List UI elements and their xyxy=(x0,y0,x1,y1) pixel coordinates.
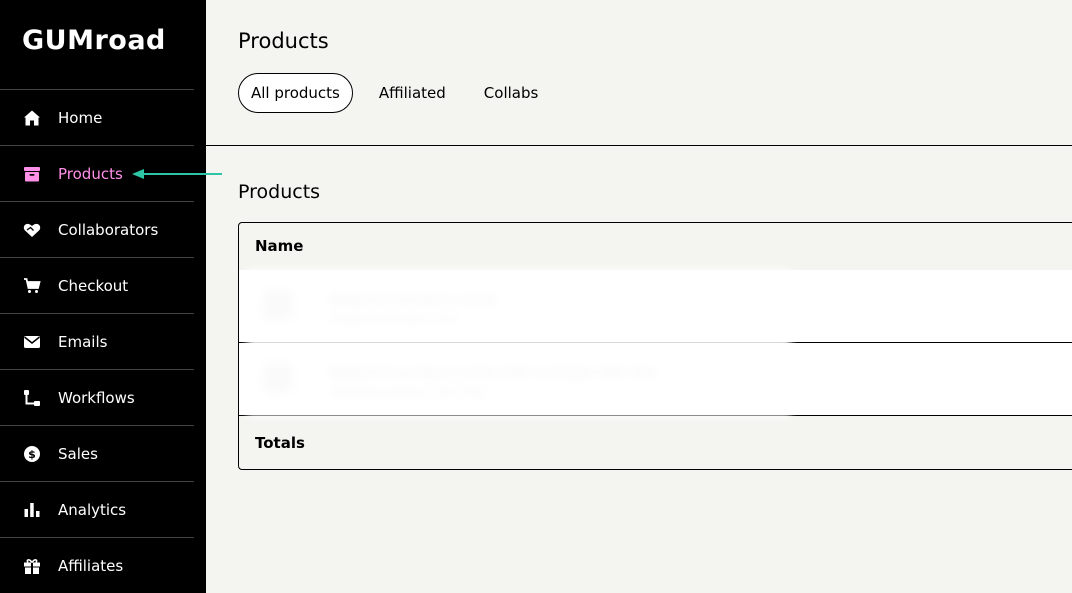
sidebar-item-affiliates[interactable]: Affiliates xyxy=(0,537,194,593)
cart-icon xyxy=(23,277,41,295)
product-thumbnail xyxy=(263,363,293,393)
home-icon xyxy=(23,109,41,127)
product-name[interactable]: Redacted product name with a longer titl… xyxy=(329,365,657,381)
sidebar-item-label: Products xyxy=(58,164,123,183)
main-content: Products All products Affiliated Collabs… xyxy=(206,0,1072,593)
svg-text:$: $ xyxy=(28,448,36,461)
sidebar-item-label: Emails xyxy=(58,332,108,351)
sidebar: GUMroad Home Products Collaborators Chec… xyxy=(0,0,206,593)
sidebar-item-checkout[interactable]: Checkout xyxy=(0,257,194,313)
gumroad-logo[interactable]: GUMroad xyxy=(22,26,166,56)
totals-label: Totals xyxy=(255,434,305,452)
table-header: Name xyxy=(239,223,1072,271)
tab-all-products[interactable]: All products xyxy=(238,73,353,113)
header-divider xyxy=(206,145,1072,146)
sidebar-item-workflows[interactable]: Workflows xyxy=(0,369,194,425)
sidebar-item-collaborators[interactable]: Collaborators xyxy=(0,201,194,257)
workflow-icon xyxy=(23,389,41,407)
sidebar-item-label: Affiliates xyxy=(58,556,124,575)
sidebar-nav: Home Products Collaborators Checkout Ema… xyxy=(0,89,194,593)
bar-chart-icon xyxy=(23,501,41,519)
sidebar-item-sales[interactable]: $ Sales xyxy=(0,425,194,481)
product-thumbnail xyxy=(263,290,293,320)
tab-affiliated[interactable]: Affiliated xyxy=(367,74,458,112)
table-row[interactable]: Redacted product name redacted product l… xyxy=(239,270,1072,343)
sidebar-item-label: Collaborators xyxy=(58,220,159,239)
gift-icon xyxy=(23,557,41,575)
sidebar-item-home[interactable]: Home xyxy=(0,89,194,145)
sidebar-item-label: Home xyxy=(58,108,103,127)
sidebar-item-label: Analytics xyxy=(58,500,127,519)
sidebar-item-label: Sales xyxy=(58,444,98,463)
sidebar-item-label: Workflows xyxy=(58,388,135,407)
handshake-heart-icon xyxy=(23,221,41,239)
table-row[interactable]: Redacted product name with a longer titl… xyxy=(239,343,1072,416)
table-footer: Totals xyxy=(239,416,1072,469)
envelope-icon xyxy=(23,333,41,351)
dollar-circle-icon: $ xyxy=(23,445,41,463)
page-title: Products xyxy=(238,29,329,53)
tab-collabs[interactable]: Collabs xyxy=(472,74,551,112)
sidebar-item-analytics[interactable]: Analytics xyxy=(0,481,194,537)
section-title: Products xyxy=(238,181,321,203)
product-link[interactable]: redacted product link here xyxy=(329,385,488,399)
column-header-name[interactable]: Name xyxy=(255,237,303,255)
product-name[interactable]: Redacted product name xyxy=(329,292,497,308)
sidebar-item-emails[interactable]: Emails xyxy=(0,313,194,369)
product-link[interactable]: redacted product link xyxy=(329,312,457,326)
archive-box-icon xyxy=(23,165,41,183)
products-table: Name Redacted product name redacted prod… xyxy=(238,222,1072,470)
sidebar-item-label: Checkout xyxy=(58,276,129,295)
product-tabs: All products Affiliated Collabs xyxy=(238,73,564,113)
